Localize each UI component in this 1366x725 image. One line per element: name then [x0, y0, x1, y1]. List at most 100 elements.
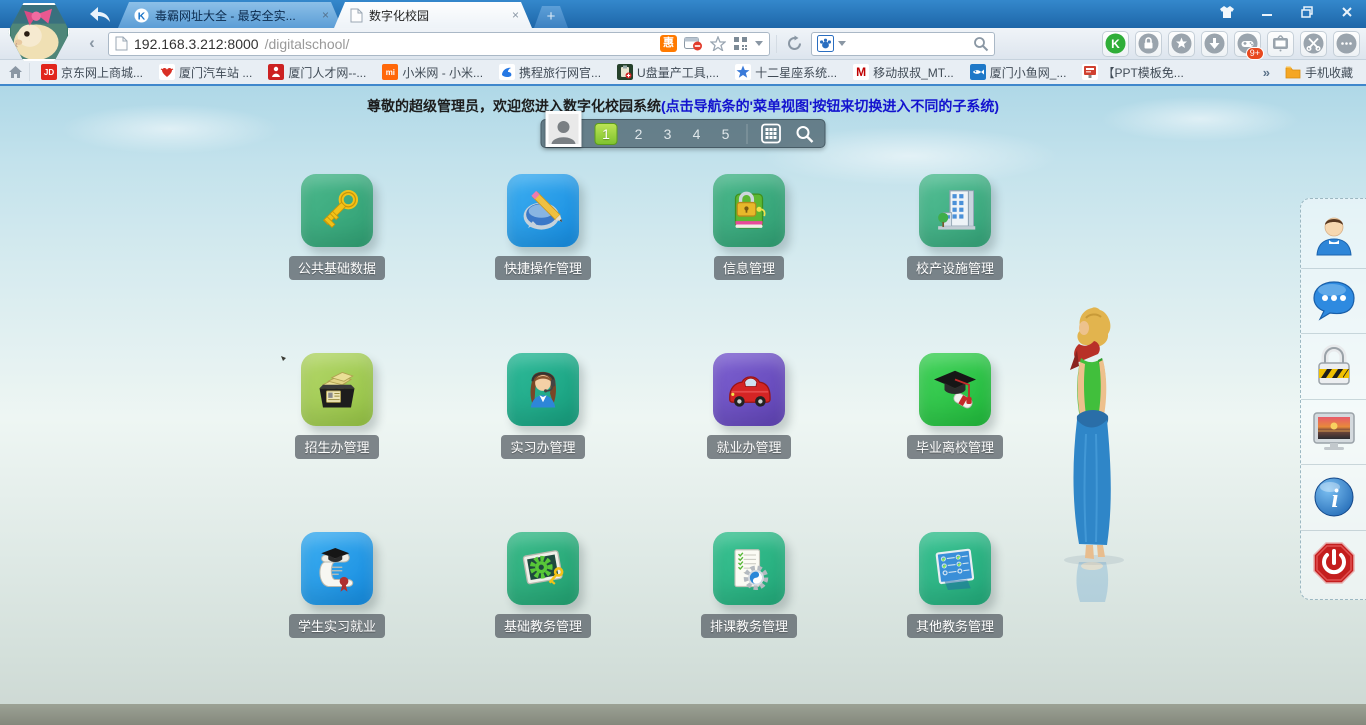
page-button-5[interactable]: 5	[718, 126, 734, 142]
app-internship-office[interactable]: 实习办管理	[473, 353, 613, 459]
bookmark-xiaomi[interactable]: mi 小米网 - 小米...	[377, 62, 488, 83]
bookmark-jd[interactable]: JD 京东网上商城...	[36, 62, 148, 83]
browser-toolbar: ‹ 192.168.3.212:8000/digitalschool/ 惠	[0, 28, 1366, 60]
page-icon	[115, 36, 128, 51]
page-button-3[interactable]: 3	[660, 126, 676, 142]
bookmark-mobile-uncle[interactable]: M 移动叔叔_MT...	[848, 62, 959, 83]
pager-navigation-bar: 1 2 3 4 5	[541, 119, 826, 148]
search-box[interactable]	[811, 32, 995, 56]
tab-duba-homepage[interactable]: K 毒霸网址大全 - 最安全实... ×	[118, 2, 342, 28]
search-input[interactable]	[850, 37, 969, 51]
heart-wings-icon	[159, 64, 175, 80]
app-label: 快捷操作管理	[495, 256, 591, 280]
app-label: 基础教务管理	[495, 614, 591, 638]
svg-text:K: K	[1111, 37, 1120, 51]
titlebar-back-arrow-icon[interactable]	[88, 4, 112, 24]
app-campus-facilities[interactable]: 校产设施管理	[885, 174, 1025, 280]
more-menu-button[interactable]	[1333, 31, 1360, 57]
app-basic-academic-affairs[interactable]: 基础教务管理	[473, 532, 613, 638]
refresh-icon[interactable]	[783, 33, 805, 55]
bookmark-ppt-templates[interactable]: 【PPT模板免...	[1077, 62, 1188, 83]
bookmark-label: 手机收藏	[1305, 64, 1353, 81]
bookmark-zodiac[interactable]: 十二星座系统...	[730, 62, 842, 83]
nav-divider	[747, 124, 748, 144]
app-admissions-office[interactable]: 招生办管理	[267, 353, 407, 459]
app-employment-office[interactable]: 就业办管理	[679, 353, 819, 459]
sidebar-lock-button[interactable]	[1301, 334, 1366, 400]
clip-scissors-button[interactable]	[1300, 31, 1327, 57]
menu-grid-icon[interactable]	[761, 123, 782, 144]
address-bar[interactable]: 192.168.3.212:8000/digitalschool/ 惠	[108, 32, 770, 56]
toolbar-extension-buttons: K 9+	[1102, 31, 1360, 57]
support-agent-icon	[507, 353, 579, 426]
bookmark-label: 【PPT模板免...	[1102, 64, 1183, 81]
app-other-academic-affairs[interactable]: 其他教务管理	[885, 532, 1025, 638]
bookmarks-bar: JD 京东网上商城... 厦门汽车站 ... 厦门人才网--... mi 小米网…	[0, 60, 1366, 86]
page-button-2[interactable]: 2	[631, 126, 647, 142]
tab-digital-school[interactable]: 数字化校园 ×	[334, 2, 532, 28]
bookmark-usb-tools[interactable]: U盘量产工具,...	[612, 62, 724, 83]
search-icon[interactable]	[795, 124, 815, 144]
home-icon[interactable]	[8, 65, 23, 79]
page-button-4[interactable]: 4	[689, 126, 705, 142]
adblock-card-icon[interactable]	[684, 36, 703, 51]
qr-code-icon[interactable]	[733, 36, 748, 51]
app-label: 实习办管理	[501, 435, 584, 459]
folder-icon	[1285, 64, 1301, 80]
zodiac-star-icon	[735, 64, 751, 80]
sidebar-info-button[interactable]: i	[1301, 465, 1366, 531]
chevron-down-icon[interactable]	[838, 41, 846, 46]
close-button[interactable]	[1334, 3, 1360, 21]
info-icon: i	[1313, 476, 1355, 518]
search-icon[interactable]	[973, 36, 989, 52]
tab-close-icon[interactable]: ×	[509, 8, 522, 22]
bookmark-xiamen-bus[interactable]: 厦门汽车站 ...	[154, 62, 257, 83]
card-box-icon	[301, 353, 373, 426]
games-button[interactable]: 9+	[1234, 31, 1261, 57]
bookmarks-overflow-button[interactable]: »	[1259, 65, 1274, 80]
app-information-management[interactable]: 信息管理	[679, 174, 819, 280]
hui-shopping-icon[interactable]: 惠	[660, 35, 677, 52]
compass-pencil-icon	[507, 174, 579, 247]
favorite-star-icon[interactable]	[710, 36, 726, 51]
sidebar-profile-button[interactable]	[1301, 203, 1366, 269]
ppt-icon	[1082, 64, 1098, 80]
app-grid: 公共基础数据 快捷操作管理 信息管理 校产设施管理 招生办管理	[267, 174, 1025, 638]
mouse-cursor-speck	[281, 356, 288, 361]
svg-text:i: i	[1331, 484, 1339, 513]
app-course-scheduling[interactable]: 排课教务管理	[679, 532, 819, 638]
url-path: /digitalschool/	[265, 36, 350, 52]
privacy-lock-button[interactable]	[1135, 31, 1162, 57]
theme-shirt-icon[interactable]	[1214, 3, 1240, 21]
sidebar-messages-button[interactable]	[1301, 269, 1366, 335]
admin-avatar[interactable]	[546, 111, 582, 147]
tab-close-icon[interactable]: ×	[319, 8, 332, 22]
bookmark-xiamen-fish[interactable]: 厦门小鱼网_...	[965, 62, 1072, 83]
nav-back-icon[interactable]: ‹	[82, 34, 102, 54]
bookmark-ctrip[interactable]: 携程旅行网官...	[494, 62, 606, 83]
minimize-button[interactable]	[1254, 3, 1280, 21]
app-public-basic-data[interactable]: 公共基础数据	[267, 174, 407, 280]
bookmark-xiamen-talent[interactable]: 厦门人才网--...	[263, 62, 371, 83]
bookmark-folder-mobile[interactable]: 手机收藏	[1280, 62, 1358, 83]
tv-apps-button[interactable]	[1267, 31, 1294, 57]
usb-tool-icon	[617, 64, 633, 80]
shore-band	[0, 704, 1366, 725]
sidebar-logout-button[interactable]	[1301, 531, 1366, 596]
app-quick-operations[interactable]: 快捷操作管理	[473, 174, 613, 280]
sidebar-wallpaper-button[interactable]	[1301, 400, 1366, 466]
download-button[interactable]	[1201, 31, 1228, 57]
app-graduation-leave[interactable]: 毕业离校管理	[885, 353, 1025, 459]
search-engine-paw-icon[interactable]	[817, 35, 834, 52]
page-button-1[interactable]: 1	[595, 123, 618, 145]
restore-button[interactable]	[1294, 3, 1320, 21]
favorites-star-button[interactable]	[1168, 31, 1195, 57]
app-label: 学生实习就业	[289, 614, 385, 638]
jd-icon: JD	[41, 64, 57, 80]
app-student-internship-employment[interactable]: 学生实习就业	[267, 532, 407, 638]
app-label: 信息管理	[714, 256, 784, 280]
chevron-down-icon[interactable]	[755, 41, 763, 46]
app-label: 校产设施管理	[907, 256, 1003, 280]
new-tab-button[interactable]: +	[534, 6, 568, 28]
kingsoft-duba-button[interactable]: K	[1102, 31, 1129, 57]
